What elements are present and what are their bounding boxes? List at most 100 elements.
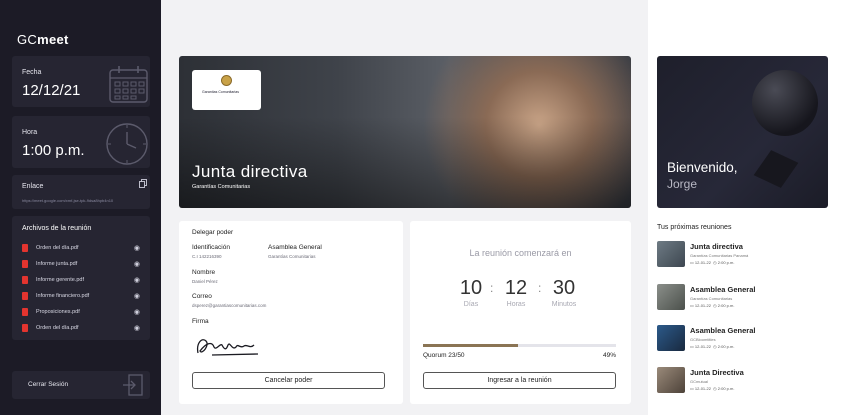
calendar-icon: ▭ bbox=[690, 344, 694, 349]
file-item[interactable]: Orden del día.pdf ◉ bbox=[22, 324, 140, 334]
upcoming-meeting-item[interactable]: Asamblea General Garantías Comunitarias … bbox=[657, 284, 842, 314]
eye-icon[interactable]: ◉ bbox=[134, 276, 140, 284]
right-panel: Bienvenido, Jorge Tus próximas reuniones… bbox=[648, 0, 847, 415]
email-value: dsperez@garantiascomunitarias.com bbox=[192, 303, 267, 308]
seal-icon bbox=[221, 75, 232, 86]
eye-icon[interactable]: ◉ bbox=[134, 244, 140, 252]
date-label: Fecha bbox=[22, 69, 42, 76]
countdown-panel: La reunión comenzará en 10 : 12 : 30 Día… bbox=[410, 221, 631, 404]
signature-label: Firma bbox=[192, 318, 209, 325]
meeting-item-org: GCBloomtitles bbox=[690, 337, 716, 342]
meeting-item-datetime: ▭ 12-01-22 ◷ 2:00 p.m. bbox=[690, 303, 735, 308]
link-label: Enlace bbox=[22, 183, 44, 190]
pdf-icon bbox=[22, 276, 28, 284]
logout-button[interactable]: Cerrar Sesión bbox=[12, 371, 150, 399]
email-label: Correo bbox=[192, 293, 212, 300]
app-logo: GCmeet bbox=[17, 32, 69, 47]
eye-icon[interactable]: ◉ bbox=[134, 292, 140, 300]
meeting-banner: Garantías Comunitarias Junta directiva G… bbox=[179, 56, 631, 208]
upcoming-meeting-item[interactable]: Junta Directiva GCmutual ▭ 12-01-22 ◷ 2:… bbox=[657, 367, 842, 397]
pdf-icon bbox=[22, 260, 28, 268]
meeting-thumbnail bbox=[657, 284, 685, 310]
logout-label: Cerrar Sesión bbox=[28, 381, 69, 388]
quorum-label: Quorum 23/50 bbox=[423, 352, 465, 359]
meeting-thumbnail bbox=[657, 241, 685, 267]
meeting-item-title: Junta directiva bbox=[690, 242, 743, 251]
copy-icon[interactable] bbox=[139, 179, 147, 188]
time-value: 1:00 p.m. bbox=[22, 142, 85, 159]
pdf-icon bbox=[22, 324, 28, 332]
date-card: Fecha 12/12/21 bbox=[12, 56, 150, 107]
days-label: Días bbox=[463, 301, 479, 308]
meeting-item-org: Garantías Comunitarias Panamá bbox=[690, 253, 749, 258]
file-item[interactable]: Informe gerente.pdf ◉ bbox=[22, 276, 140, 286]
upcoming-title: Tus próximas reuniones bbox=[657, 224, 732, 231]
colon: : bbox=[538, 281, 542, 295]
time-card: Hora 1:00 p.m. bbox=[12, 116, 150, 168]
days-value: 10 bbox=[459, 277, 483, 299]
time-label: Hora bbox=[22, 129, 38, 136]
delegate-title: Delegar poder bbox=[192, 229, 234, 236]
cube-graphic bbox=[753, 150, 799, 188]
calendar-icon: ▭ bbox=[690, 260, 694, 265]
assembly-value: Garantías Comunitarias bbox=[268, 254, 316, 259]
pdf-icon bbox=[22, 308, 28, 316]
welcome-card: Bienvenido, Jorge bbox=[657, 56, 828, 208]
pdf-icon bbox=[22, 292, 28, 300]
main-content: Garantías Comunitarias Junta directiva G… bbox=[161, 0, 648, 415]
meeting-thumbnail bbox=[657, 367, 685, 393]
meeting-link[interactable]: https://meet.google.com/xmf-jse-tpk-9dsa… bbox=[22, 198, 142, 203]
quorum-progress-bar bbox=[423, 344, 616, 347]
meeting-item-datetime: ▭ 12-01-22 ◷ 2:00 p.m. bbox=[690, 344, 735, 349]
meeting-item-title: Asamblea General bbox=[690, 326, 756, 335]
file-item[interactable]: Informe junta.pdf ◉ bbox=[22, 260, 140, 270]
meeting-organization: Garantías Comunitarias bbox=[192, 184, 251, 190]
delegate-panel: Delegar poder Identificación C.I 1422163… bbox=[179, 221, 403, 404]
cancel-delegation-button[interactable]: Cancelar poder bbox=[192, 372, 385, 389]
sidebar: GCmeet Fecha 12/12/21 Hora 1:00 p.m. Enl… bbox=[0, 0, 161, 415]
upcoming-meeting-item[interactable]: Junta directiva Garantías Comunitarias P… bbox=[657, 241, 842, 271]
meeting-item-title: Junta Directiva bbox=[690, 368, 744, 377]
name-label: Nombre bbox=[192, 269, 216, 276]
meeting-thumbnail bbox=[657, 325, 685, 351]
welcome-greeting: Bienvenido, bbox=[667, 160, 738, 175]
upcoming-meeting-item[interactable]: Asamblea General GCBloomtitles ▭ 12-01-2… bbox=[657, 325, 842, 355]
clock-icon bbox=[106, 123, 148, 165]
file-item[interactable]: Informe financiero.pdf ◉ bbox=[22, 292, 140, 302]
app-root: GCmeet Fecha 12/12/21 Hora 1:00 p.m. Enl… bbox=[0, 0, 847, 415]
logout-icon bbox=[123, 374, 143, 396]
join-meeting-button[interactable]: Ingresar a la reunión bbox=[423, 372, 616, 389]
countdown-title: La reunión comenzará en bbox=[469, 248, 572, 258]
clock-icon: ◷ bbox=[713, 344, 717, 349]
meeting-title: Junta directiva bbox=[192, 162, 308, 181]
file-item[interactable]: Proposiciones.pdf ◉ bbox=[22, 308, 140, 318]
files-card: Archivos de la reunión Orden del día.pdf… bbox=[12, 216, 150, 340]
eye-icon[interactable]: ◉ bbox=[134, 324, 140, 332]
file-item[interactable]: Orden del día.pdf ◉ bbox=[22, 244, 140, 254]
clock-icon: ◷ bbox=[713, 386, 717, 391]
hours-value: 12 bbox=[504, 277, 528, 299]
link-card: Enlace https://meet.google.com/xmf-jse-t… bbox=[12, 175, 150, 209]
date-value: 12/12/21 bbox=[22, 82, 81, 99]
files-title: Archivos de la reunión bbox=[22, 225, 92, 232]
meeting-item-datetime: ▭ 12-01-22 ◷ 2:00 p.m. bbox=[690, 386, 735, 391]
calendar-icon: ▭ bbox=[690, 303, 694, 308]
clock-icon: ◷ bbox=[713, 303, 717, 308]
sphere-graphic bbox=[752, 70, 818, 136]
id-value: C.I 142216390 bbox=[192, 254, 222, 259]
meeting-item-title: Asamblea General bbox=[690, 285, 756, 294]
meeting-item-org: Garantías Comunitarias bbox=[690, 296, 733, 301]
id-label: Identificación bbox=[192, 244, 230, 251]
eye-icon[interactable]: ◉ bbox=[134, 260, 140, 268]
quorum-progress-fill bbox=[423, 344, 518, 347]
meeting-item-datetime: ▭ 12-01-22 ◷ 2:00 p.m. bbox=[690, 260, 735, 265]
eye-icon[interactable]: ◉ bbox=[134, 308, 140, 316]
assembly-label: Asamblea General bbox=[268, 244, 322, 251]
signature-image bbox=[196, 339, 259, 356]
hours-label: Horas bbox=[506, 301, 526, 308]
calendar-icon bbox=[109, 66, 148, 103]
sponsor-logo: Garantías Comunitarias bbox=[192, 70, 261, 110]
pdf-icon bbox=[22, 244, 28, 252]
minutes-value: 30 bbox=[552, 277, 576, 299]
clock-icon: ◷ bbox=[713, 260, 717, 265]
